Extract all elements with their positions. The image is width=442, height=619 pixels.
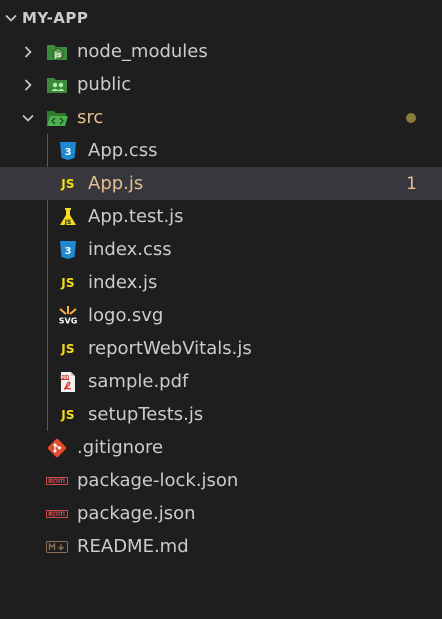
file-setup-tests-js[interactable]: JS setupTests.js — [0, 398, 442, 431]
file-label: package.json — [77, 502, 196, 524]
git-icon — [46, 437, 68, 459]
file-package-json[interactable]: package.json — [0, 497, 442, 530]
file-logo-svg[interactable]: SVG logo.svg — [0, 299, 442, 332]
file-label: App.css — [88, 139, 158, 161]
file-label: setupTests.js — [88, 403, 204, 425]
file-label: .gitignore — [77, 436, 164, 458]
file-report-web-vitals-js[interactable]: JS reportWebVitals.js — [0, 332, 442, 365]
svg-text:PDF: PDF — [61, 375, 70, 380]
explorer-root-title: MY-APP — [22, 8, 89, 27]
src-folder-open-icon — [46, 107, 68, 129]
file-label: App.test.js — [88, 205, 184, 227]
svg-file-icon: SVG — [57, 305, 79, 327]
explorer-root-header[interactable]: MY-APP — [0, 0, 442, 35]
file-label: logo.svg — [88, 304, 164, 326]
file-app-js[interactable]: JS App.js 1 — [0, 167, 442, 200]
file-label: sample.pdf — [88, 370, 189, 392]
js-file-icon: JS — [61, 176, 75, 191]
test-js-file-icon: JS — [57, 206, 79, 228]
folder-src[interactable]: src — [0, 101, 442, 134]
svg-text:js: js — [54, 51, 62, 59]
folder-public[interactable]: public — [0, 68, 442, 101]
chevron-down-icon[interactable] — [2, 9, 20, 27]
markdown-icon — [46, 536, 68, 558]
file-label: index.css — [88, 238, 172, 260]
file-readme-md[interactable]: README.md — [0, 530, 442, 563]
folder-node-modules[interactable]: js node_modules — [0, 35, 442, 68]
file-app-test-js[interactable]: JS App.test.js — [0, 200, 442, 233]
js-file-icon: JS — [61, 341, 75, 356]
chevron-down-icon[interactable] — [20, 110, 36, 126]
folder-label: node_modules — [77, 40, 208, 62]
problems-count-badge: 1 — [406, 173, 417, 194]
folder-label: public — [77, 73, 132, 95]
file-index-css[interactable]: 3 index.css — [0, 233, 442, 266]
node-folder-icon: js — [46, 41, 68, 63]
chevron-right-icon[interactable] — [20, 44, 36, 60]
svg-text:JS: JS — [64, 219, 72, 226]
public-folder-icon — [46, 74, 68, 96]
file-gitignore[interactable]: .gitignore — [0, 431, 442, 464]
svg-text:3: 3 — [65, 147, 72, 158]
file-explorer: MY-APP js node_modules public src 3 App.… — [0, 0, 442, 619]
folder-label: src — [77, 106, 104, 128]
file-label: index.js — [88, 271, 158, 293]
modified-indicator-dot — [406, 112, 416, 123]
css-file-icon: 3 — [57, 140, 79, 162]
npm-icon — [46, 503, 68, 525]
js-file-icon: JS — [61, 407, 75, 422]
svg-text:SVG: SVG — [59, 316, 78, 325]
npm-icon — [46, 470, 68, 492]
file-package-lock-json[interactable]: package-lock.json — [0, 464, 442, 497]
css-file-icon: 3 — [57, 239, 79, 261]
chevron-right-icon[interactable] — [20, 77, 36, 93]
pdf-file-icon: PDF — [57, 371, 79, 393]
file-label: README.md — [77, 535, 189, 557]
file-label: App.js — [88, 172, 144, 194]
file-label: reportWebVitals.js — [88, 337, 252, 359]
js-file-icon: JS — [61, 275, 75, 290]
svg-text:3: 3 — [65, 246, 72, 257]
file-label: package-lock.json — [77, 469, 239, 491]
file-sample-pdf[interactable]: PDF sample.pdf — [0, 365, 442, 398]
file-index-js[interactable]: JS index.js — [0, 266, 442, 299]
file-app-css[interactable]: 3 App.css — [0, 134, 442, 167]
